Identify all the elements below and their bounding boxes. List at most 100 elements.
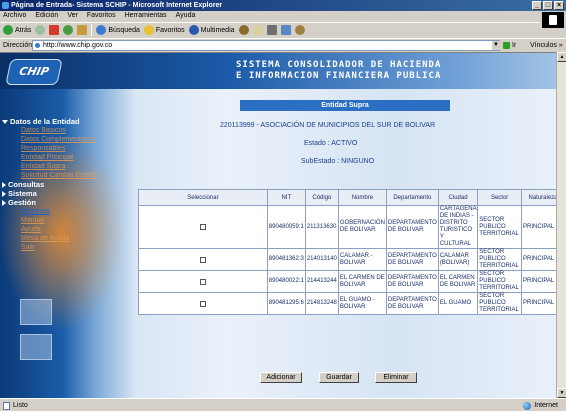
- address-bar: Dirección http://www.chip.gov.co ▼ Ir Ví…: [0, 38, 566, 51]
- go-button[interactable]: Ir: [503, 39, 516, 52]
- discuss-icon: [294, 25, 305, 35]
- menu-ayuda[interactable]: Ayuda: [176, 11, 196, 21]
- scroll-up-button[interactable]: ▲: [557, 52, 566, 62]
- col-header-codigo: Código: [304, 189, 339, 206]
- edit-button[interactable]: [280, 25, 291, 35]
- nav-item-responsables[interactable]: Responsables: [2, 144, 122, 153]
- ciudad-cell: EL GUAMO: [437, 292, 479, 315]
- edit-icon: [280, 25, 291, 35]
- row-checkbox[interactable]: [199, 224, 206, 230]
- main-content: Entidad Supra 220113999 - ASOCIACIÓN DE …: [120, 89, 566, 398]
- favorites-button[interactable]: Favoritos: [143, 23, 185, 38]
- nav-item-entidad-supra[interactable]: Entidad Supra: [2, 162, 122, 171]
- nav-group-label: Gestión: [8, 198, 36, 207]
- forward-button[interactable]: [35, 25, 46, 35]
- status-left: Listo: [3, 399, 28, 411]
- menu-favoritos[interactable]: Favoritos: [87, 11, 116, 21]
- nav-item-mesa-de-ayuda[interactable]: Mesa de Ayuda: [2, 234, 122, 243]
- history-button[interactable]: [238, 25, 249, 35]
- nav-group-gestion[interactable]: Gestión: [2, 198, 122, 207]
- multimedia-button[interactable]: Multimedia: [188, 23, 235, 38]
- adicionar-button[interactable]: Adicionar: [260, 372, 302, 383]
- address-label: Dirección: [3, 42, 33, 49]
- nav-group-consultas[interactable]: Consultas: [2, 180, 122, 189]
- menu-archivo[interactable]: Archivo: [3, 11, 26, 21]
- home-button[interactable]: [77, 25, 88, 35]
- minimize-button[interactable]: _: [532, 1, 542, 10]
- discuss-button[interactable]: [294, 25, 305, 35]
- nav-item-salir[interactable]: Salir: [2, 243, 122, 252]
- maximize-button[interactable]: □: [543, 1, 553, 10]
- system-title-line1: SISTEMA CONSOLIDADOR DE HACIENDA: [236, 60, 442, 70]
- ie-icon: [2, 2, 9, 9]
- guardar-button[interactable]: Guardar: [319, 372, 359, 383]
- nav-item-procesos[interactable]: Procesos: [2, 207, 122, 216]
- nombre-cell: CALAMAR - BOLIVAR: [337, 248, 387, 271]
- page-done-icon: [3, 401, 10, 410]
- multimedia-icon: [188, 25, 199, 35]
- sector-cell: SECTOR PUBLICO TERRITORIAL: [477, 248, 522, 271]
- eliminar-button[interactable]: Eliminar: [375, 372, 417, 383]
- nav-group-sistema[interactable]: Sistema: [2, 189, 122, 198]
- back-label: Atrás: [15, 26, 32, 34]
- row-checkbox[interactable]: [199, 256, 206, 263]
- refresh-button[interactable]: [63, 25, 74, 35]
- links-button[interactable]: Vínculos »: [530, 39, 563, 52]
- print-icon: [266, 25, 277, 35]
- home-icon: [77, 25, 88, 35]
- nit-cell: 890481295:6: [266, 292, 306, 315]
- url-input[interactable]: http://www.chip.gov.co: [32, 40, 500, 51]
- menu-ver[interactable]: Ver: [67, 11, 78, 21]
- nombre-cell: EL CARMEN DE BOLIVAR: [337, 270, 387, 293]
- url-dropdown-button[interactable]: ▼: [492, 41, 500, 50]
- search-icon: [96, 25, 107, 35]
- vertical-scrollbar[interactable]: ▲ ▼: [556, 52, 566, 398]
- action-buttons: Adicionar Guardar Eliminar: [120, 372, 566, 384]
- print-button[interactable]: [266, 25, 277, 35]
- codigo-cell: 211313630: [304, 205, 339, 249]
- nav-item-datos-complementarios[interactable]: Datos Complementarios: [2, 135, 122, 144]
- nav-item-datos-basicos[interactable]: Datos Básicos: [2, 126, 122, 135]
- back-button[interactable]: Atrás: [3, 23, 31, 38]
- nav-group-label: Sistema: [8, 189, 37, 198]
- sector-cell: SECTOR PUBLICO TERRITORIAL: [477, 292, 522, 315]
- col-header-nit: NIT: [266, 189, 306, 206]
- search-button[interactable]: Búsqueda: [96, 23, 140, 38]
- col-header-ciudad: Ciudad: [437, 189, 479, 206]
- nombre-cell: EL GUAMO - BOLIVAR: [337, 292, 387, 315]
- table-row: 890480022:1 214413244 EL CARMEN DE BOLIV…: [138, 270, 565, 293]
- select-cell: [138, 205, 268, 249]
- row-checkbox[interactable]: [199, 300, 206, 307]
- nav-item-solicitud-cambio-estado[interactable]: Solicitud Cambio Estado: [2, 171, 122, 180]
- scroll-down-button[interactable]: ▼: [557, 388, 566, 398]
- departamento-cell: DEPARTAMENTO DE BOLIVAR: [385, 270, 439, 293]
- system-title-line2: E INFORMACION FINANCIERA PUBLICA: [236, 71, 442, 81]
- collapsed-arrow-icon: [2, 190, 6, 197]
- ciudad-cell: CARTAGENA DE INDIAS - DISTRITO TURISTICO…: [437, 205, 479, 249]
- toolbar-separator: [91, 24, 93, 36]
- forward-arrow-icon: [35, 25, 46, 35]
- status-bar: Listo Internet: [0, 398, 566, 411]
- mail-button[interactable]: [252, 25, 263, 35]
- nav-group-datos-entidad[interactable]: Datos de la Entidad: [2, 117, 122, 126]
- internet-globe-icon: [523, 401, 532, 410]
- select-cell: [138, 248, 268, 271]
- row-checkbox[interactable]: [199, 278, 206, 285]
- close-button[interactable]: ×: [554, 1, 564, 10]
- sidebar-nav: Datos de la Entidad Datos Básicos Datos …: [2, 117, 122, 252]
- back-arrow-icon: [3, 25, 13, 35]
- menu-herramientas[interactable]: Herramientas: [125, 11, 167, 21]
- menu-edicion[interactable]: Edición: [35, 11, 58, 21]
- nav-item-ayuda[interactable]: Ayuda: [2, 225, 122, 234]
- refresh-icon: [63, 25, 74, 35]
- col-header-seleccionar: Seleccionar: [138, 189, 268, 206]
- select-cell: [138, 292, 268, 315]
- windows-logo-icon: [542, 12, 564, 28]
- zone-text: Internet: [534, 402, 558, 409]
- sector-cell: SECTOR PUBLICO TERRITORIAL: [477, 205, 522, 249]
- nav-item-manual[interactable]: Manual: [2, 216, 122, 225]
- page-header: CHIP SISTEMA CONSOLIDADOR DE HACIENDA E …: [0, 53, 566, 89]
- nav-item-entidad-principal[interactable]: Entidad Principal: [2, 153, 122, 162]
- table-row: 890481362:3 214013140 CALAMAR - BOLIVAR …: [138, 248, 565, 271]
- stop-button[interactable]: [49, 25, 60, 35]
